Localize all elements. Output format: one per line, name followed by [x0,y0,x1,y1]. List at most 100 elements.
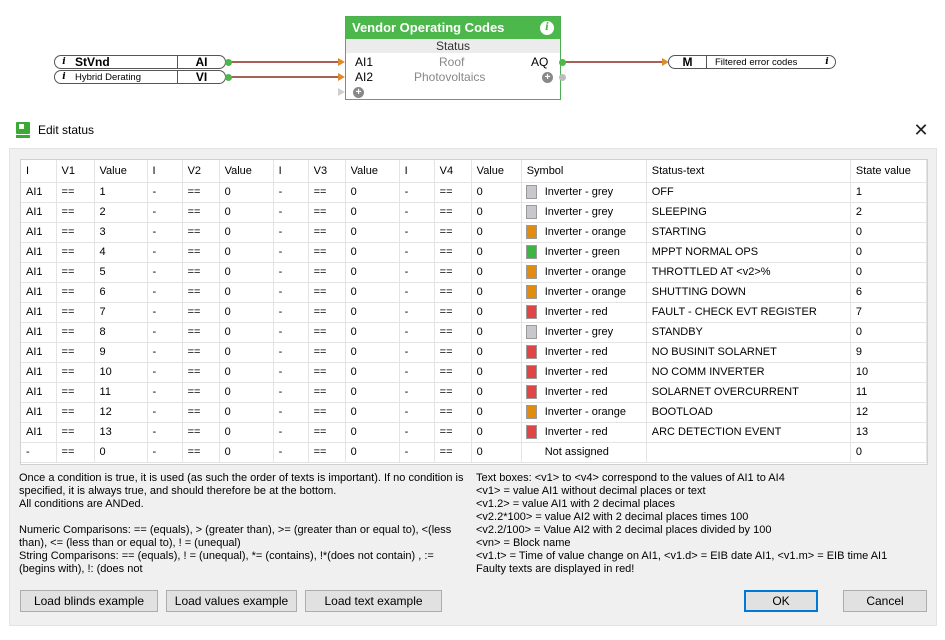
cell-i1[interactable]: AI1 [21,182,57,203]
cell-i3[interactable]: - [273,322,309,343]
cell-val2[interactable]: 0 [219,382,274,403]
cell-v2[interactable]: == [182,342,220,363]
cell-v3[interactable]: == [308,282,346,303]
cell-status[interactable] [646,442,851,463]
cell-val4[interactable]: 0 [471,442,522,463]
cell-i4[interactable]: - [399,382,435,403]
cell-v3[interactable]: == [308,262,346,283]
cell-state[interactable]: 1 [850,182,927,203]
input-hybrid-derating[interactable]: i Hybrid Derating VI [54,70,226,84]
cell-i3[interactable]: - [273,282,309,303]
cell-symbol[interactable]: Inverter - red [521,422,647,443]
cell-v2[interactable]: == [182,302,220,323]
cell-v2[interactable]: == [182,282,220,303]
cell-state[interactable]: 0 [850,262,927,283]
cell-v3[interactable]: == [308,382,346,403]
cell-i2[interactable]: - [147,402,183,423]
cell-v3[interactable]: == [308,302,346,323]
cell-v4[interactable]: == [434,202,472,223]
cell-val3[interactable]: 0 [345,302,400,323]
cell-v4[interactable]: == [434,402,472,423]
cell-i1[interactable]: AI1 [21,222,57,243]
input-stvnd[interactable]: i StVnd AI [54,55,226,69]
cell-i1[interactable]: - [21,442,57,463]
cell-v1[interactable]: == [56,322,95,343]
cell-i2[interactable]: - [147,342,183,363]
cell-val3[interactable]: 0 [345,422,400,443]
cell-state[interactable]: 6 [850,282,927,303]
cell-val3[interactable]: 0 [345,282,400,303]
cell-val2[interactable]: 0 [219,262,274,283]
cell-i3[interactable]: - [273,382,309,403]
cell-v1[interactable]: == [56,442,95,463]
table-row[interactable]: AI1 == 4- == 0- == 0- == 0 Inverter - green MPPT N… [21,242,927,263]
cell-i1[interactable]: AI1 [21,342,57,363]
status-table[interactable]: I V1 Value I V2 Value I V3 Value I V4 Value Symbol St… [20,159,928,465]
cell-symbol[interactable]: Inverter - red [521,342,647,363]
cell-val4[interactable]: 0 [471,282,522,303]
cell-v2[interactable]: == [182,322,220,343]
cell-v3[interactable]: == [308,222,346,243]
function-block[interactable]: Vendor Operating Codes i Status AI1 AI2 … [345,16,561,100]
table-row[interactable]: AI1 == 10- == 0- == 0- == 0 Inverter - red NO COMM… [21,362,927,383]
cell-i4[interactable]: - [399,202,435,223]
add-output-icon[interactable]: + [542,72,553,83]
cell-val2[interactable]: 0 [219,322,274,343]
cell-i4[interactable]: - [399,322,435,343]
cell-state[interactable]: 0 [850,322,927,343]
cell-v2[interactable]: == [182,222,220,243]
cell-i3[interactable]: - [273,302,309,323]
cell-symbol[interactable]: Inverter - red [521,382,647,403]
cell-val4[interactable]: 0 [471,322,522,343]
cell-state[interactable]: 0 [850,442,927,463]
cell-v1[interactable]: == [56,422,95,443]
info-icon[interactable]: i [819,57,835,67]
cell-i2[interactable]: - [147,362,183,383]
cell-status[interactable]: OFF [646,182,851,203]
cell-i4[interactable]: - [399,402,435,423]
cell-symbol[interactable]: Inverter - orange [521,222,647,243]
cell-status[interactable]: THROTTLED AT <v2>% [646,262,851,283]
cell-symbol[interactable]: Inverter - red [521,302,647,323]
cell-state[interactable]: 13 [850,422,927,443]
cell-val3[interactable]: 0 [345,442,400,463]
cell-i4[interactable]: - [399,242,435,263]
cell-v3[interactable]: == [308,422,346,443]
cell-i4[interactable]: - [399,302,435,323]
cell-val1[interactable]: 6 [94,282,148,303]
port-ai2[interactable]: AI2 [355,70,373,84]
cell-i1[interactable]: AI1 [21,242,57,263]
cell-symbol[interactable]: Inverter - grey [521,322,647,343]
cell-val1[interactable]: 12 [94,402,148,423]
cell-i1[interactable]: AI1 [21,322,57,343]
cell-i4[interactable]: - [399,282,435,303]
cell-i4[interactable]: - [399,442,435,463]
cell-v3[interactable]: == [308,202,346,223]
cell-i1[interactable]: AI1 [21,302,57,323]
cell-status[interactable]: STANDBY [646,322,851,343]
cell-status[interactable]: FAULT - CHECK EVT REGISTER [646,302,851,323]
cell-i4[interactable]: - [399,342,435,363]
cell-state[interactable]: 10 [850,362,927,383]
cell-i3[interactable]: - [273,442,309,463]
cell-v2[interactable]: == [182,442,220,463]
cell-state[interactable]: 11 [850,382,927,403]
cell-val3[interactable]: 0 [345,222,400,243]
cell-i2[interactable]: - [147,442,183,463]
cell-v4[interactable]: == [434,442,472,463]
cell-i4[interactable]: - [399,422,435,443]
cell-state[interactable]: 0 [850,222,927,243]
cell-v4[interactable]: == [434,382,472,403]
table-row[interactable]: AI1 == 1- == 0- == 0- == 0 Inverter - grey OFF 1 [21,182,927,203]
table-row[interactable]: AI1 == 12- == 0- == 0- == 0 Inverter - orange BOOT… [21,402,927,423]
cell-i2[interactable]: - [147,262,183,283]
cell-val1[interactable]: 0 [94,442,148,463]
cell-val4[interactable]: 0 [471,182,522,203]
output-memory[interactable]: M Filtered error codes i [668,55,836,69]
info-icon[interactable]: i [55,72,73,82]
cell-status[interactable]: NO BUSINIT SOLARNET [646,342,851,363]
info-icon[interactable]: i [55,57,73,67]
cell-i4[interactable]: - [399,222,435,243]
cell-v4[interactable]: == [434,302,472,323]
cell-val2[interactable]: 0 [219,222,274,243]
